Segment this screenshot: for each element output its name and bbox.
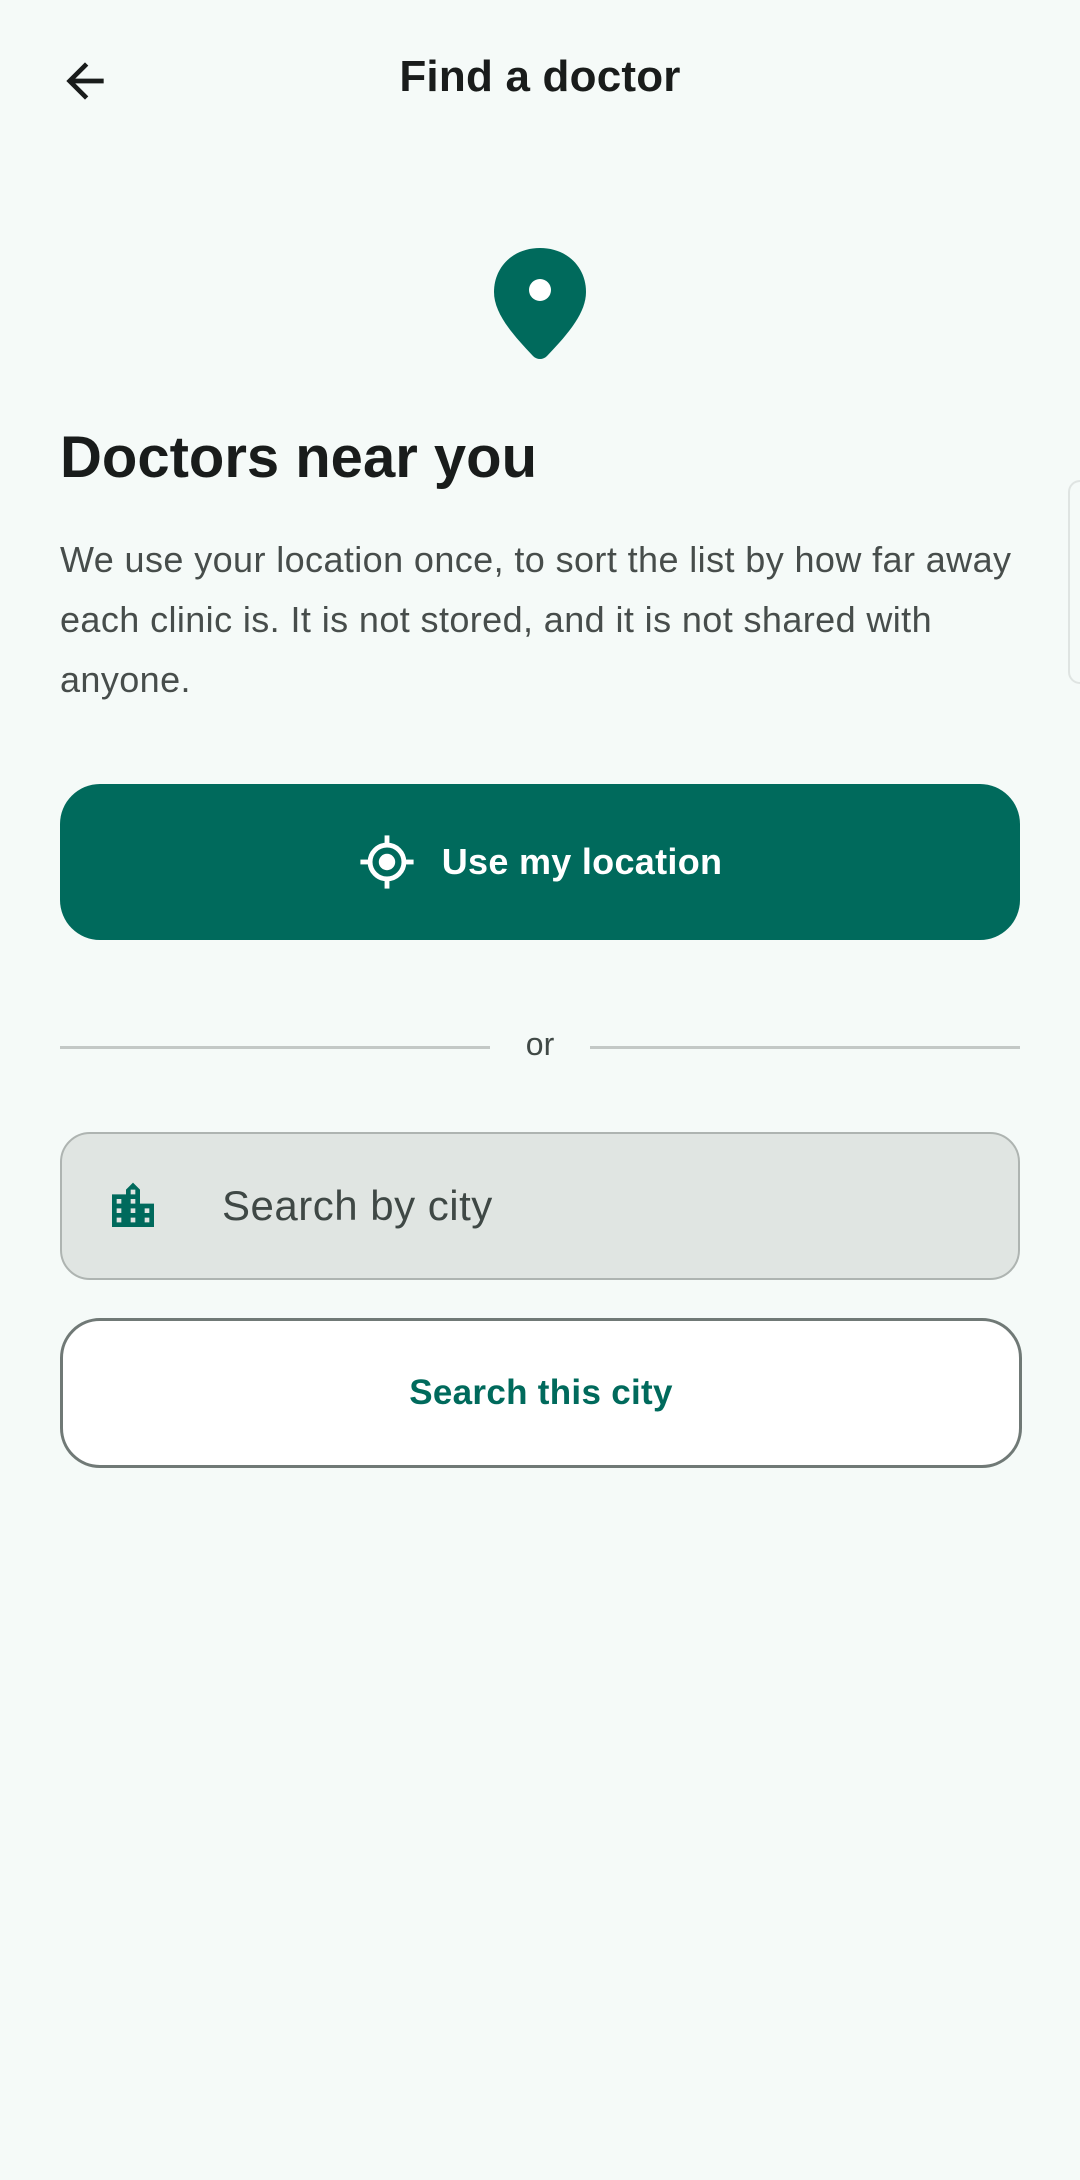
section-heading: Doctors near you: [60, 425, 537, 490]
use-my-location-button[interactable]: Use my location: [60, 784, 1020, 940]
edge-swipe-handle[interactable]: [1068, 480, 1080, 684]
top-app-bar: Find a doctor: [0, 0, 1080, 166]
use-my-location-label: Use my location: [441, 841, 723, 882]
city-icon: [104, 1177, 162, 1235]
or-divider: or: [60, 1026, 1020, 1066]
page-title: Find a doctor: [399, 52, 681, 101]
my-location-icon: [360, 835, 414, 889]
search-this-city-button[interactable]: Search this city: [60, 1318, 1022, 1468]
city-search-input[interactable]: [220, 1181, 964, 1231]
divider-text: or: [525, 1026, 555, 1062]
divider-line-right: [590, 1046, 1020, 1049]
city-search-field[interactable]: [60, 1132, 1020, 1280]
location-privacy-description: We use your location once, to sort the l…: [60, 539, 1012, 700]
location-pin-icon: [490, 246, 590, 362]
